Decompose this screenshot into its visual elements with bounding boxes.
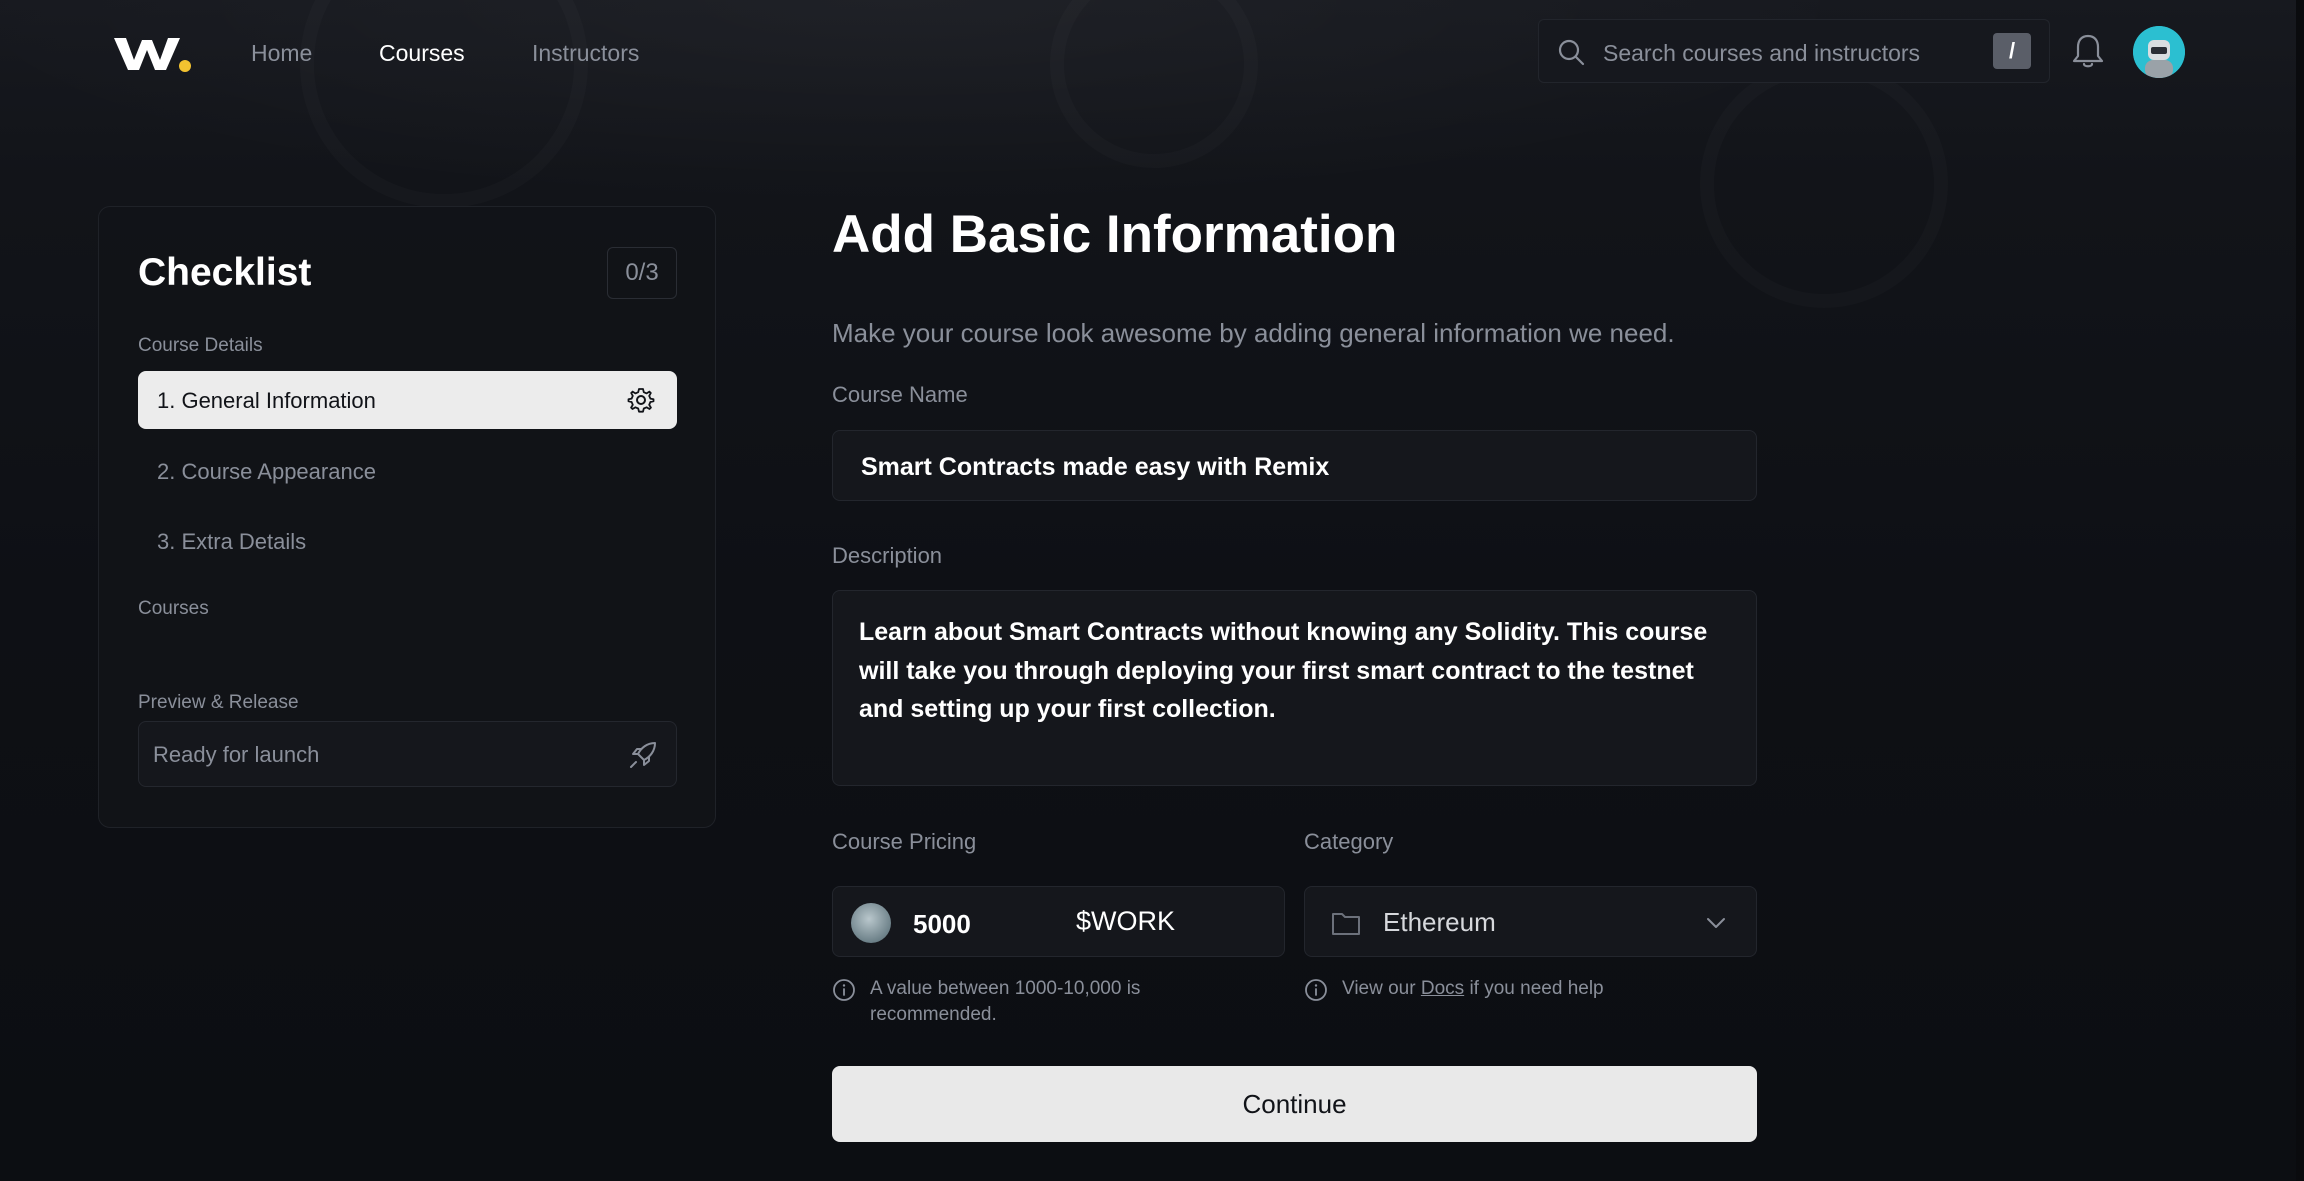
ready-for-launch-button[interactable]: Ready for launch bbox=[138, 721, 677, 787]
checklist-item-label: 2. Course Appearance bbox=[157, 459, 376, 484]
checklist-item-label: 3. Extra Details bbox=[157, 529, 307, 554]
gear-icon bbox=[627, 388, 655, 413]
nav-courses[interactable]: Courses bbox=[379, 40, 465, 67]
top-navigation: Home Courses Instructors / bbox=[0, 0, 2304, 104]
info-icon bbox=[833, 979, 855, 1001]
launch-label: Ready for launch bbox=[153, 742, 320, 767]
folder-icon bbox=[1332, 913, 1360, 935]
category-hint-text: View our Docs if you need help bbox=[1342, 976, 1604, 1002]
work-token-icon bbox=[851, 903, 891, 943]
checklist-panel: Checklist 0/3 Course Details 1. General … bbox=[98, 206, 716, 828]
course-pricing-field[interactable]: $WORK bbox=[832, 886, 1285, 957]
checklist-item-extra-details[interactable]: 3. Extra Details bbox=[138, 512, 677, 570]
category-label: Category bbox=[1304, 829, 1394, 854]
search-shortcut-key: / bbox=[1993, 33, 2031, 69]
description-label: Description bbox=[832, 543, 943, 568]
section-courses: Courses bbox=[138, 598, 209, 619]
info-icon bbox=[1305, 979, 1327, 1001]
search-bar[interactable]: / bbox=[1538, 19, 2050, 83]
page-subtitle: Make your course look awesome by adding … bbox=[832, 318, 1675, 348]
price-currency: $WORK bbox=[1076, 906, 1176, 936]
user-avatar-icon bbox=[2133, 26, 2185, 78]
avatar[interactable] bbox=[2133, 26, 2185, 78]
price-input[interactable] bbox=[911, 905, 1055, 943]
page-title: Add Basic Information bbox=[832, 205, 1398, 264]
rocket-icon bbox=[630, 742, 656, 768]
course-name-label: Course Name bbox=[832, 382, 968, 407]
section-preview-release: Preview & Release bbox=[138, 692, 299, 713]
bell-icon[interactable] bbox=[2070, 32, 2106, 70]
checklist-item-general-information[interactable]: 1. General Information bbox=[138, 371, 677, 429]
description-textarea[interactable]: Learn about Smart Contracts without know… bbox=[859, 613, 1719, 773]
window-edge bbox=[2296, 0, 2304, 1181]
pricing-hint-text: A value between 1000-10,000 is recommend… bbox=[870, 978, 1141, 1025]
course-name-input[interactable] bbox=[859, 449, 1723, 485]
checklist-item-course-appearance[interactable]: 2. Course Appearance bbox=[138, 442, 677, 500]
course-pricing-label: Course Pricing bbox=[832, 829, 977, 854]
search-input[interactable] bbox=[1601, 34, 1965, 72]
nav-home[interactable]: Home bbox=[251, 40, 312, 67]
search-icon bbox=[1558, 39, 1585, 66]
course-name-field[interactable] bbox=[832, 430, 1757, 501]
category-hint-suffix: if you need help bbox=[1469, 978, 1604, 999]
description-field[interactable]: Learn about Smart Contracts without know… bbox=[832, 590, 1757, 786]
nav-instructors[interactable]: Instructors bbox=[532, 40, 639, 67]
checklist-item-label: 1. General Information bbox=[157, 388, 376, 413]
checklist-title: Checklist bbox=[138, 251, 312, 294]
checklist-progress-badge: 0/3 bbox=[607, 247, 677, 299]
chevron-down-icon bbox=[1707, 918, 1725, 928]
category-hint-prefix: View our bbox=[1342, 978, 1416, 999]
page: Home Courses Instructors / Checklist bbox=[0, 0, 2304, 1181]
section-course-details: Course Details bbox=[138, 335, 263, 356]
w-logo-icon[interactable] bbox=[112, 34, 194, 74]
continue-button[interactable]: Continue bbox=[832, 1066, 1757, 1142]
category-selected-value: Ethereum bbox=[1383, 907, 1496, 937]
docs-link[interactable]: Docs bbox=[1421, 978, 1464, 999]
category-select[interactable]: Ethereum bbox=[1304, 886, 1757, 957]
